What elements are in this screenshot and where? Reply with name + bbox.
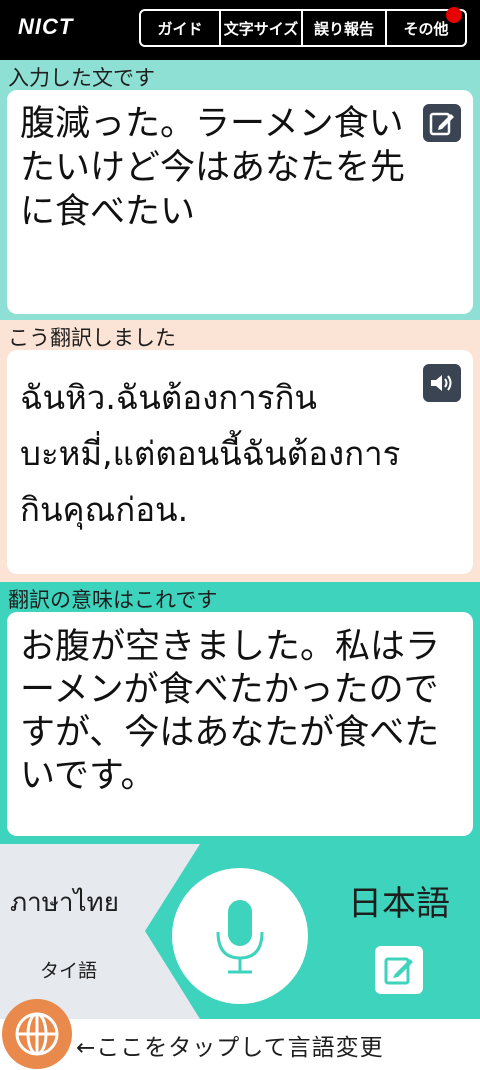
footer-bar[interactable]: ←ここをタップして言語変更 (0, 999, 480, 1070)
app-logo: NICT (18, 14, 74, 39)
edit-button[interactable] (423, 104, 461, 142)
edit-icon (429, 112, 454, 136)
microphone-icon (216, 900, 264, 974)
input-text: 腹減った。ラーメン食いたいけど今はあなたを先に食べたい (20, 104, 406, 232)
speaker-icon (431, 375, 452, 391)
source-language-native[interactable]: ภาษาไทย (10, 882, 119, 923)
notification-badge (446, 7, 462, 23)
back-translation-section-label: 翻訳の意味はこれです (8, 588, 218, 612)
target-language[interactable]: 日本語 (348, 876, 450, 925)
microphone-button[interactable] (172, 868, 308, 1004)
source-language-japanese[interactable]: タイ語 (40, 956, 97, 983)
other-label: その他 (403, 19, 449, 38)
report-error-button[interactable]: 誤り報告 (303, 11, 387, 45)
translation-text: ฉันหิว.ฉันต้องการกินบะหมี่,แต่ตอนนี้ฉันต… (20, 378, 401, 529)
top-menu: ガイド 文字サイズ 誤り報告 その他 (139, 7, 467, 47)
language-panel: ภาษาไทย タイ語 日本語 (0, 844, 480, 1019)
translation-section: こう翻訳しました ฉันหิว.ฉันต้องการกินบะหมี่,แต่ต… (0, 320, 480, 582)
translation-section-label: こう翻訳しました (8, 326, 176, 350)
input-card[interactable]: 腹減った。ラーメン食いたいけど今はあなたを先に食べたい (7, 90, 473, 314)
language-change-hint[interactable]: ←ここをタップして言語変更 (76, 1028, 384, 1062)
language-change-button[interactable] (2, 999, 72, 1069)
top-bar: NICT ガイド 文字サイズ 誤り報告 その他 (0, 0, 480, 60)
text-input-button[interactable] (375, 946, 423, 994)
translation-card: ฉันหิว.ฉันต้องการกินบะหมี่,แต่ตอนนี้ฉันต… (7, 350, 473, 574)
back-translation-text: お腹が空きました。私はラーメンが食べたかったのですが、今はあなたが食べたいです。 (20, 627, 441, 796)
back-translation-card: お腹が空きました。私はラーメンが食べたかったのですが、今はあなたが食べたいです。 (7, 612, 473, 836)
speaker-button[interactable] (423, 364, 461, 402)
font-size-button[interactable]: 文字サイズ (221, 11, 303, 45)
input-section: 入力した文です 腹減った。ラーメン食いたいけど今はあなたを先に食べたい (0, 60, 480, 320)
input-section-label: 入力した文です (8, 66, 155, 90)
guide-button[interactable]: ガイド (141, 11, 221, 45)
back-translation-section: 翻訳の意味はこれです お腹が空きました。私はラーメンが食べたかったのですが、今は… (0, 582, 480, 844)
globe-icon (15, 1012, 59, 1056)
edit-icon (384, 957, 413, 985)
other-button[interactable]: その他 (387, 7, 465, 45)
